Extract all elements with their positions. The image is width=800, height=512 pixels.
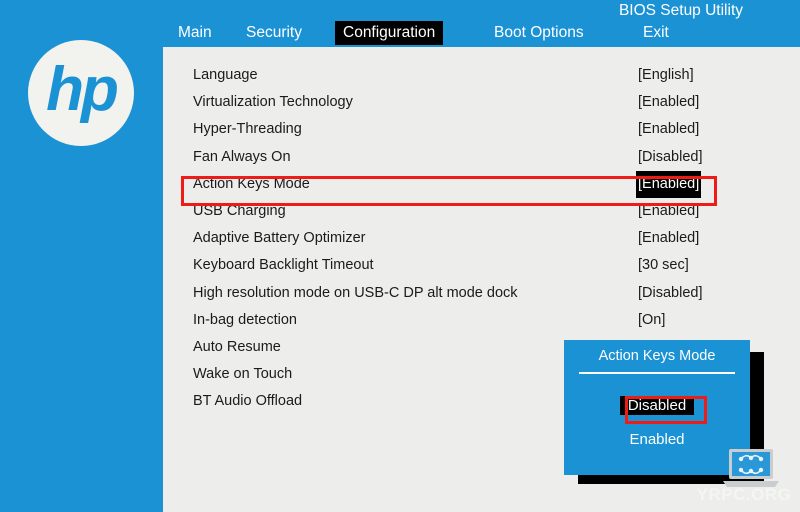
popup-option-disabled[interactable]: Disabled bbox=[564, 396, 750, 415]
setting-value[interactable]: [Enabled] bbox=[638, 225, 699, 252]
setting-label: BT Audio Offload bbox=[193, 393, 303, 410]
brand-sidebar: hp bbox=[0, 0, 163, 512]
laptop-icon bbox=[723, 449, 779, 487]
tab-bar: Main Security Configuration Boot Options Exi… bbox=[163, 21, 800, 47]
setting-value[interactable]: [On] bbox=[638, 307, 665, 334]
setting-label: Language bbox=[193, 67, 258, 83]
setting-row[interactable]: High resolution mode on USB-C DP alt mod… bbox=[165, 280, 800, 307]
setting-label: Wake on Touch bbox=[193, 366, 293, 383]
popup-option-label: Disabled bbox=[619, 396, 695, 415]
tab-exit[interactable]: Exit bbox=[638, 21, 674, 45]
setting-label: In-bag detection bbox=[193, 311, 297, 328]
setting-label: Fan Always On bbox=[193, 148, 291, 165]
setting-label: High resolution mode on USB-C DP alt mod… bbox=[193, 284, 518, 301]
tab-main[interactable]: Main bbox=[173, 21, 217, 45]
setting-label: Adaptive Battery Optimizer bbox=[193, 230, 366, 247]
setting-label: Virtualization Technology bbox=[193, 94, 353, 111]
setting-row[interactable]: Fan Always On [Disabled] bbox=[165, 144, 800, 171]
site-watermark: YRPC.ORG bbox=[696, 485, 792, 504]
popup-divider bbox=[579, 372, 735, 374]
setting-value[interactable]: [Enabled] bbox=[638, 198, 699, 225]
setting-label: Keyboard Backlight Timeout bbox=[193, 257, 374, 274]
setting-value[interactable]: [30 sec] bbox=[638, 252, 689, 279]
popup-option-label: Enabled bbox=[629, 431, 685, 448]
setting-row[interactable]: Adaptive Battery Optimizer [Enabled] bbox=[165, 225, 800, 252]
setting-row[interactable]: Action Keys Mode [Enabled] bbox=[165, 170, 800, 198]
setting-row[interactable]: Virtualization Technology [Enabled] bbox=[165, 89, 800, 116]
setting-row[interactable]: USB Charging [Enabled] bbox=[165, 198, 800, 225]
setting-value[interactable]: [Enabled] bbox=[636, 170, 702, 198]
setting-label: Hyper-Threading bbox=[193, 121, 302, 138]
setting-row[interactable]: In-bag detection [On] bbox=[165, 307, 800, 334]
setting-row[interactable]: Hyper-Threading [Enabled] bbox=[165, 116, 800, 143]
bios-setup-screen: hp BIOS Setup Utility Main Security Config… bbox=[0, 0, 800, 512]
setting-row[interactable]: Keyboard Backlight Timeout [30 sec] bbox=[165, 252, 800, 279]
setting-value[interactable]: [Enabled] bbox=[638, 116, 699, 143]
tab-boot-options[interactable]: Boot Options bbox=[489, 21, 589, 45]
setting-label: Action Keys Mode bbox=[193, 175, 310, 192]
page-title: BIOS Setup Utility bbox=[618, 2, 743, 19]
tab-security[interactable]: Security bbox=[241, 21, 307, 45]
setting-label: Auto Resume bbox=[193, 339, 281, 355]
hp-logo-text: hp bbox=[46, 55, 119, 124]
tab-configuration[interactable]: Configuration bbox=[335, 21, 444, 45]
setting-value[interactable]: [Disabled] bbox=[638, 280, 702, 307]
popup-title: Action Keys Mode bbox=[598, 348, 716, 364]
setting-value[interactable]: [Disabled] bbox=[638, 144, 702, 171]
setting-value[interactable]: [Enabled] bbox=[638, 89, 699, 116]
setting-value[interactable]: [English] bbox=[638, 62, 694, 89]
setting-row[interactable]: Language [English] bbox=[165, 62, 800, 89]
setting-label: USB Charging bbox=[193, 203, 286, 219]
hp-logo: hp bbox=[28, 40, 134, 146]
